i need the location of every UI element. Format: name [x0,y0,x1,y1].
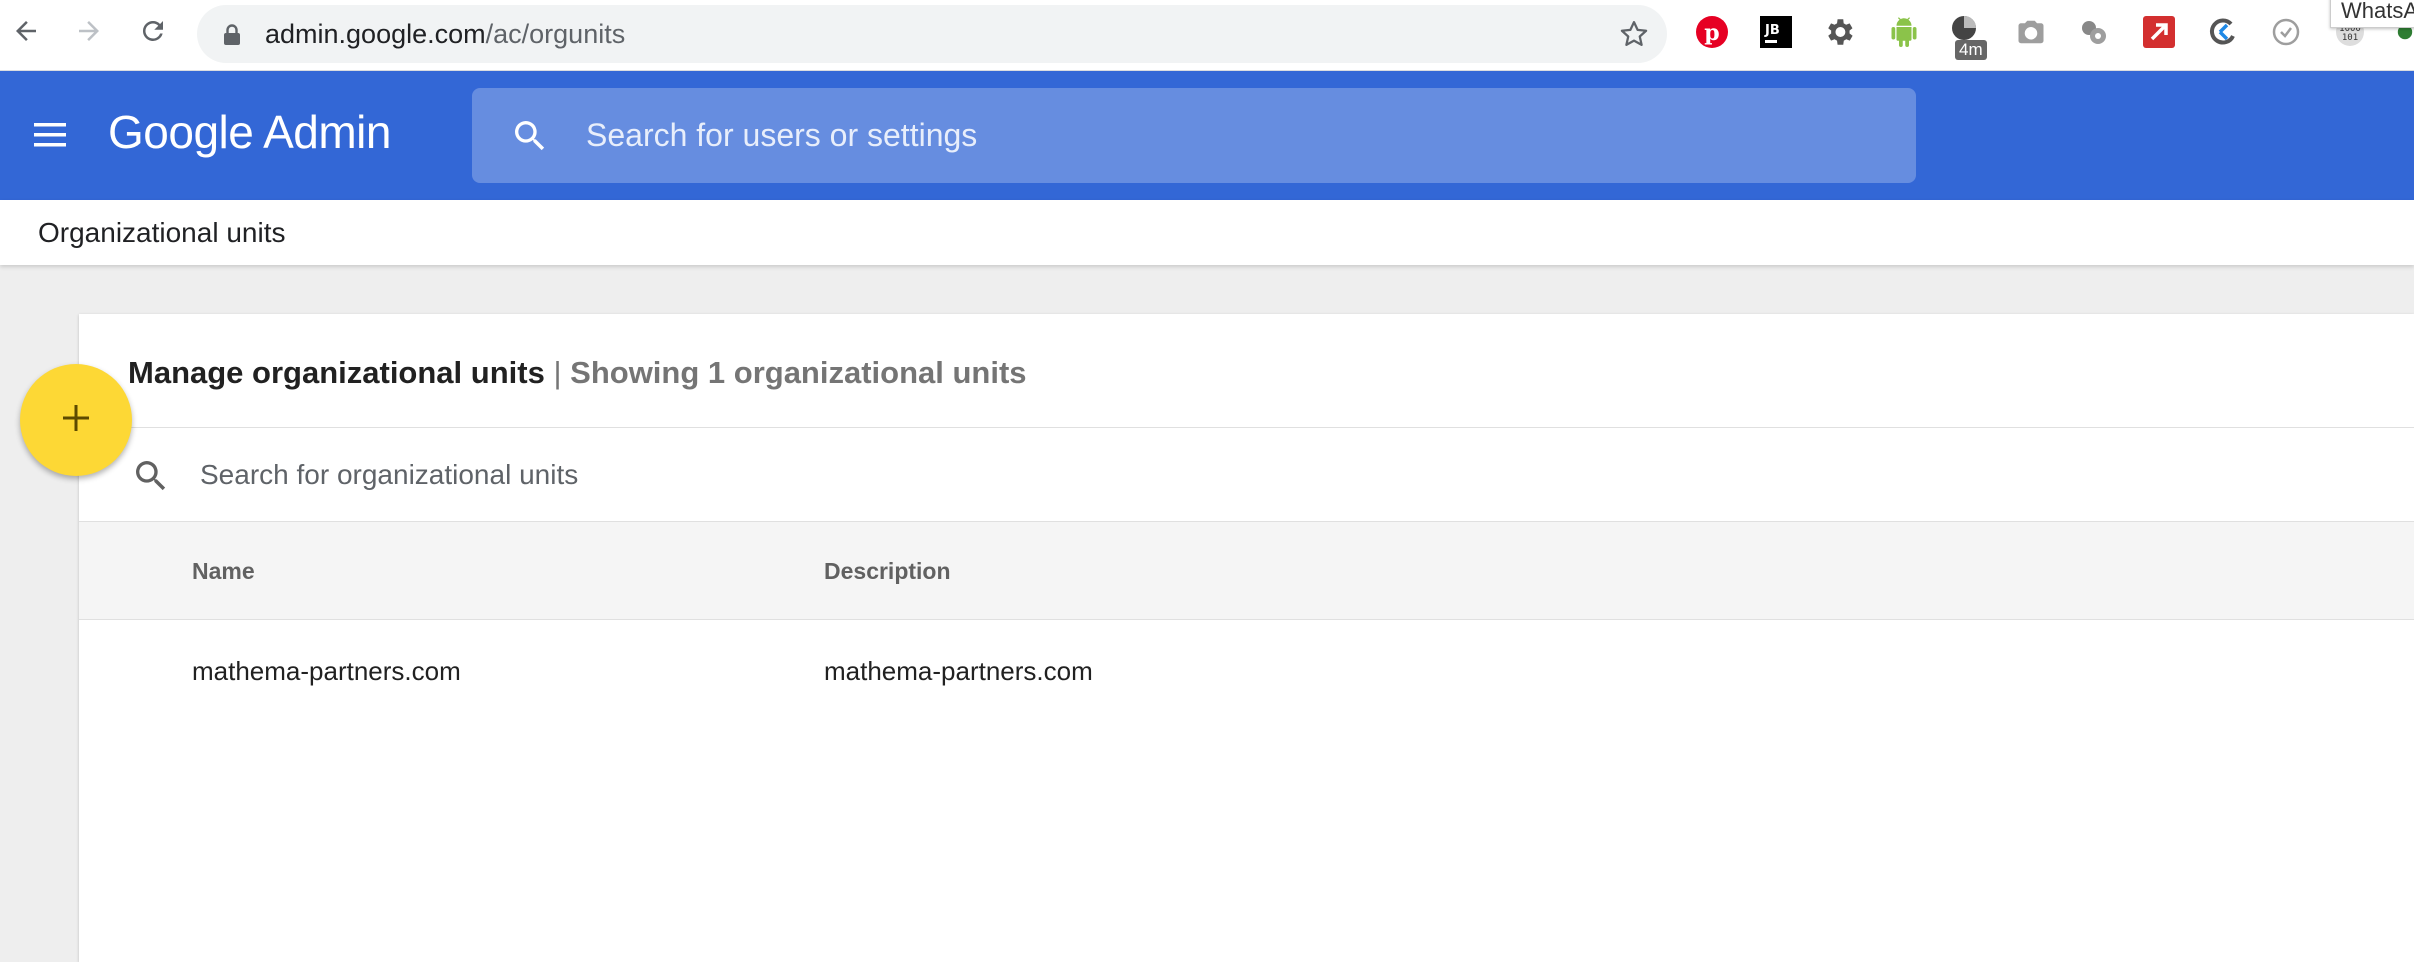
org-units-card: Manage organizational units | Showing 1 … [79,314,2414,962]
search-icon [131,456,171,501]
global-search-placeholder: Search for users or settings [586,117,978,153]
row-description-cell: mathema-partners.com [824,656,1093,686]
timer-badge: 4m [1955,40,1987,60]
address-bar[interactable]: admin.google.com/ac/orgunits [197,5,1667,63]
card-title: Manage organizational units [128,355,545,390]
card-heading: Manage organizational units | Showing 1 … [128,314,1027,432]
red-arrow-extension-icon[interactable] [2141,14,2177,50]
back-button[interactable] [6,13,46,53]
logo-admin: Admin [263,106,391,158]
camera-icon[interactable] [2013,14,2049,50]
check-circle-icon[interactable] [2268,14,2304,50]
reload-icon [138,16,168,51]
org-units-search-input[interactable]: Search for organizational units [79,428,2414,522]
admin-header: Google Admin Search for users or setting… [0,71,2414,200]
svg-text:101: 101 [2342,33,2358,43]
url-host: admin.google.com [265,19,486,49]
page-title: Organizational units [38,217,286,248]
hamburger-menu-icon[interactable] [30,119,70,156]
url-path: /ac/orgunits [485,19,626,49]
back-arrow-icon [11,16,41,51]
row-name-cell[interactable]: mathema-partners.com [192,620,461,722]
google-admin-logo[interactable]: Google Admin [108,105,391,159]
column-header-description[interactable]: Description [824,522,951,620]
url-text: admin.google.com/ac/orgunits [265,5,625,63]
svg-text:JB: JB [1764,23,1780,38]
reload-button[interactable] [133,13,173,53]
table-row[interactable]: mathema-partners.com mathema-partners.co… [79,620,2414,722]
org-units-search-placeholder: Search for organizational units [200,459,579,490]
pinterest-icon[interactable]: p [1694,14,1730,50]
refresh-extension-icon[interactable] [2205,14,2241,50]
extension-tooltip: WhatsA [2330,0,2414,28]
forward-button[interactable] [69,13,109,53]
card-header: Manage organizational units | Showing 1 … [79,314,2414,428]
jetbrains-icon[interactable]: JB [1758,14,1794,50]
heading-separator: | [553,355,562,390]
search-icon [510,116,550,161]
forward-arrow-icon [74,16,104,51]
logo-google: Google [108,106,254,158]
svg-text:p: p [1704,20,1719,46]
breadcrumb: Organizational units [0,200,2414,265]
table-header: Name Description [79,522,2414,620]
column-header-name[interactable]: Name [192,522,255,620]
add-org-unit-button[interactable] [20,364,132,476]
lock-icon [223,24,241,51]
bookmark-star-icon[interactable] [1619,19,1649,54]
plus-icon [59,401,93,440]
browser-toolbar: admin.google.com/ac/orgunits p JB 4m 100… [0,0,2414,71]
gear-extension-icon[interactable] [1821,14,1857,50]
results-count: Showing 1 organizational units [570,355,1027,390]
android-icon[interactable] [1886,14,1922,50]
gears-extension-icon[interactable] [2076,14,2112,50]
global-search-input[interactable]: Search for users or settings [472,88,1916,183]
